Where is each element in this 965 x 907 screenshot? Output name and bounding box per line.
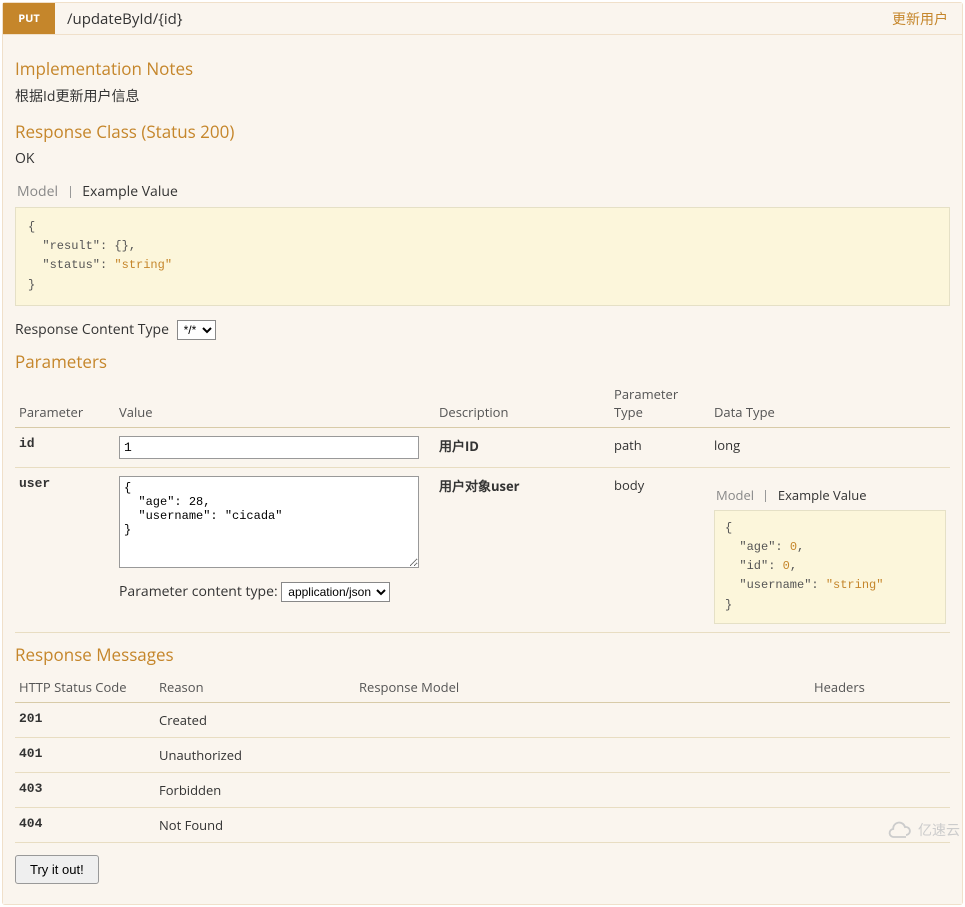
status-reason: Unauthorized xyxy=(155,737,355,772)
tab-separator xyxy=(70,186,71,198)
tab-model[interactable]: Model xyxy=(15,182,60,201)
th-parameter-type: Parameter Type xyxy=(610,379,710,428)
http-method-badge: PUT xyxy=(3,3,55,34)
table-row: user Parameter content type: application… xyxy=(15,467,950,632)
status-model xyxy=(355,737,810,772)
th-value: Value xyxy=(115,379,435,428)
parameters-table: Parameter Value Description Parameter Ty… xyxy=(15,379,950,633)
response-example-box[interactable]: { "result": {}, "status": "string" } xyxy=(15,207,950,306)
status-code: 201 xyxy=(15,702,155,737)
status-headers xyxy=(810,702,950,737)
param-data-type: long xyxy=(710,427,950,467)
tab-model[interactable]: Model xyxy=(714,486,756,504)
table-row: 401 Unauthorized xyxy=(15,737,950,772)
operation-body: Implementation Notes 根据Id更新用户信息 Response… xyxy=(3,35,962,904)
param-content-type-select[interactable]: application/json xyxy=(281,582,390,602)
data-type-tabs: Model Example Value xyxy=(714,486,946,504)
parameters-heading: Parameters xyxy=(15,350,950,373)
param-name: id xyxy=(15,427,115,467)
th-description: Description xyxy=(435,379,610,428)
table-row: 201 Created xyxy=(15,702,950,737)
response-content-type-label: Response Content Type xyxy=(15,320,169,339)
operation-summary: 更新用户 xyxy=(892,9,962,29)
param-name: user xyxy=(15,467,115,632)
operation-path: /updateById/{id} xyxy=(55,9,892,29)
response-class-heading: Response Class (Status 200) xyxy=(15,120,950,143)
try-it-out-button[interactable]: Try it out! xyxy=(15,855,99,884)
param-id-input[interactable] xyxy=(119,436,419,459)
tab-example-value[interactable]: Example Value xyxy=(776,486,869,504)
status-reason: Created xyxy=(155,702,355,737)
status-headers xyxy=(810,772,950,807)
status-reason: Forbidden xyxy=(155,772,355,807)
param-user-textarea[interactable] xyxy=(119,476,419,568)
response-content-type-row: Response Content Type */* xyxy=(15,320,950,340)
param-value-cell xyxy=(115,427,435,467)
tab-example-value[interactable]: Example Value xyxy=(80,182,180,201)
footer-logo: 亿速云 xyxy=(886,820,960,840)
table-row: 404 Not Found xyxy=(15,807,950,842)
th-response-model: Response Model xyxy=(355,672,810,703)
status-model xyxy=(355,807,810,842)
response-messages-heading: Response Messages xyxy=(15,643,950,666)
param-data-type-cell: Model Example Value { "age": 0, "id": 0,… xyxy=(710,467,950,632)
param-type: path xyxy=(610,427,710,467)
th-headers: Headers xyxy=(810,672,950,703)
status-model xyxy=(355,772,810,807)
param-content-type-row: Parameter content type: application/json xyxy=(119,582,431,602)
status-code: 401 xyxy=(15,737,155,772)
th-parameter: Parameter xyxy=(15,379,115,428)
param-description: 用户ID xyxy=(435,427,610,467)
cloud-icon xyxy=(886,821,914,839)
response-status-text: OK xyxy=(15,149,950,168)
th-http-status: HTTP Status Code xyxy=(15,672,155,703)
table-row: 403 Forbidden xyxy=(15,772,950,807)
response-content-type-select[interactable]: */* xyxy=(177,320,216,340)
param-content-type-label: Parameter content type: xyxy=(119,582,278,601)
status-code: 404 xyxy=(15,807,155,842)
param-type: body xyxy=(610,467,710,632)
param-value-cell: Parameter content type: application/json xyxy=(115,467,435,632)
response-class-tabs: Model Example Value xyxy=(15,182,950,201)
table-row: id 用户ID path long xyxy=(15,427,950,467)
operation-header[interactable]: PUT /updateById/{id} 更新用户 xyxy=(3,3,962,35)
status-reason: Not Found xyxy=(155,807,355,842)
response-messages-table: HTTP Status Code Reason Response Model H… xyxy=(15,672,950,843)
param-description: 用户对象user xyxy=(435,467,610,632)
footer-text: 亿速云 xyxy=(918,820,960,840)
tab-separator xyxy=(765,490,766,502)
impl-notes-text: 根据Id更新用户信息 xyxy=(15,86,950,106)
th-data-type: Data Type xyxy=(710,379,950,428)
th-reason: Reason xyxy=(155,672,355,703)
status-code: 403 xyxy=(15,772,155,807)
status-headers xyxy=(810,737,950,772)
status-model xyxy=(355,702,810,737)
operation-panel: PUT /updateById/{id} 更新用户 Implementation… xyxy=(2,2,963,905)
data-type-example-box[interactable]: { "age": 0, "id": 0, "username": "string… xyxy=(714,510,946,624)
impl-notes-heading: Implementation Notes xyxy=(15,57,950,80)
